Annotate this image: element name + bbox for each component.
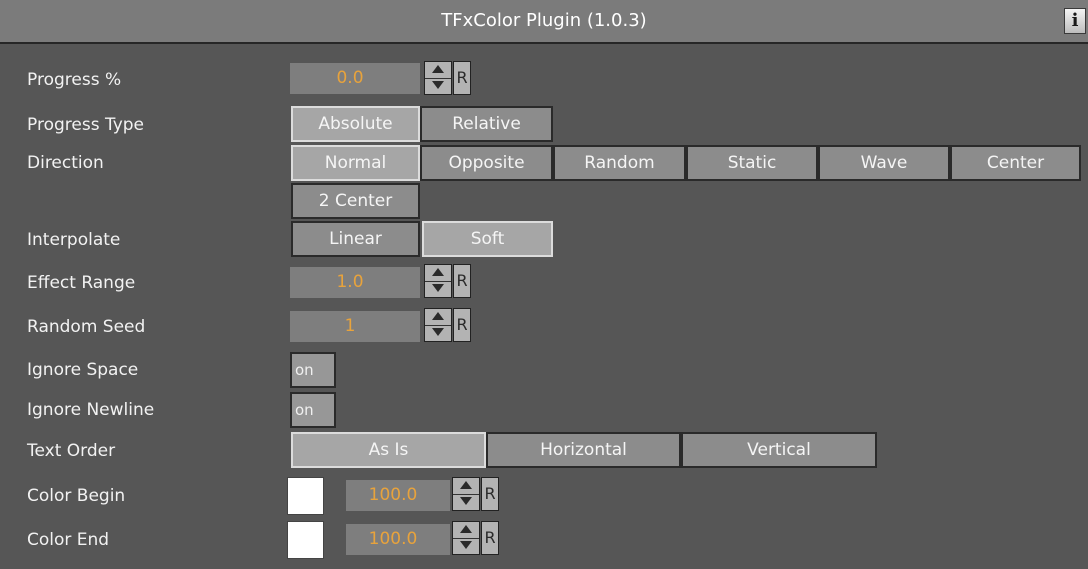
random-seed-spinner[interactable] — [424, 308, 452, 342]
arrow-up-icon[interactable] — [425, 62, 451, 79]
arrow-up-icon[interactable] — [425, 309, 451, 326]
color-begin-spinner[interactable] — [452, 477, 480, 511]
arrow-up-icon[interactable] — [453, 522, 479, 539]
progress-type-label: Progress Type — [27, 115, 144, 135]
arrow-up-icon[interactable] — [453, 478, 479, 495]
progress-reset-button[interactable]: R — [453, 61, 471, 95]
ignore-space-label: Ignore Space — [27, 360, 139, 380]
direction-label: Direction — [27, 153, 104, 173]
ignore-space-toggle[interactable]: on — [290, 352, 336, 388]
color-end-label: Color End — [27, 530, 110, 550]
ignore-newline-label: Ignore Newline — [27, 400, 155, 420]
arrow-down-icon[interactable] — [453, 494, 479, 510]
progress-input[interactable]: 0.0 — [290, 63, 420, 94]
arrow-down-icon[interactable] — [425, 78, 451, 94]
effect-range-label: Effect Range — [27, 273, 136, 293]
arrow-down-icon[interactable] — [425, 325, 451, 341]
arrow-up-icon[interactable] — [425, 265, 451, 282]
arrow-down-icon[interactable] — [453, 538, 479, 554]
title-bar: TFxColor Plugin (1.0.3) i — [0, 0, 1088, 44]
direction-static-button[interactable]: Static — [686, 145, 818, 181]
progress-type-relative-button[interactable]: Relative — [420, 106, 553, 142]
progress-spinner[interactable] — [424, 61, 452, 95]
text-order-horizontal-button[interactable]: Horizontal — [486, 432, 681, 468]
color-end-spinner[interactable] — [452, 521, 480, 555]
direction-opposite-button[interactable]: Opposite — [420, 145, 553, 181]
color-end-reset-button[interactable]: R — [481, 521, 499, 555]
interpolate-linear-button[interactable]: Linear — [291, 221, 420, 257]
text-order-asis-button[interactable]: As Is — [291, 432, 486, 468]
info-button[interactable]: i — [1064, 8, 1086, 34]
effect-range-reset-button[interactable]: R — [453, 264, 471, 298]
progress-type-absolute-button[interactable]: Absolute — [291, 106, 420, 142]
random-seed-label: Random Seed — [27, 317, 146, 337]
color-begin-swatch[interactable] — [287, 477, 324, 515]
color-begin-reset-button[interactable]: R — [481, 477, 499, 511]
direction-random-button[interactable]: Random — [553, 145, 686, 181]
interpolate-soft-button[interactable]: Soft — [422, 221, 553, 257]
color-begin-alpha-input[interactable]: 100.0 — [346, 480, 450, 511]
plugin-panel: TFxColor Plugin (1.0.3) i Progress % 0.0… — [0, 0, 1088, 569]
text-order-label: Text Order — [27, 441, 116, 461]
random-seed-reset-button[interactable]: R — [453, 308, 471, 342]
ignore-newline-toggle[interactable]: on — [290, 392, 336, 428]
random-seed-input[interactable]: 1 — [290, 311, 420, 342]
color-end-swatch[interactable] — [287, 521, 324, 559]
color-end-alpha-input[interactable]: 100.0 — [346, 524, 450, 555]
effect-range-input[interactable]: 1.0 — [290, 267, 420, 298]
arrow-down-icon[interactable] — [425, 281, 451, 297]
direction-2center-button[interactable]: 2 Center — [291, 183, 420, 219]
progress-label: Progress % — [27, 70, 122, 90]
color-begin-label: Color Begin — [27, 486, 126, 506]
effect-range-spinner[interactable] — [424, 264, 452, 298]
panel-title: TFxColor Plugin (1.0.3) — [441, 10, 647, 31]
direction-wave-button[interactable]: Wave — [818, 145, 950, 181]
interpolate-label: Interpolate — [27, 230, 121, 250]
text-order-vertical-button[interactable]: Vertical — [681, 432, 877, 468]
direction-normal-button[interactable]: Normal — [291, 145, 420, 181]
direction-center-button[interactable]: Center — [950, 145, 1081, 181]
